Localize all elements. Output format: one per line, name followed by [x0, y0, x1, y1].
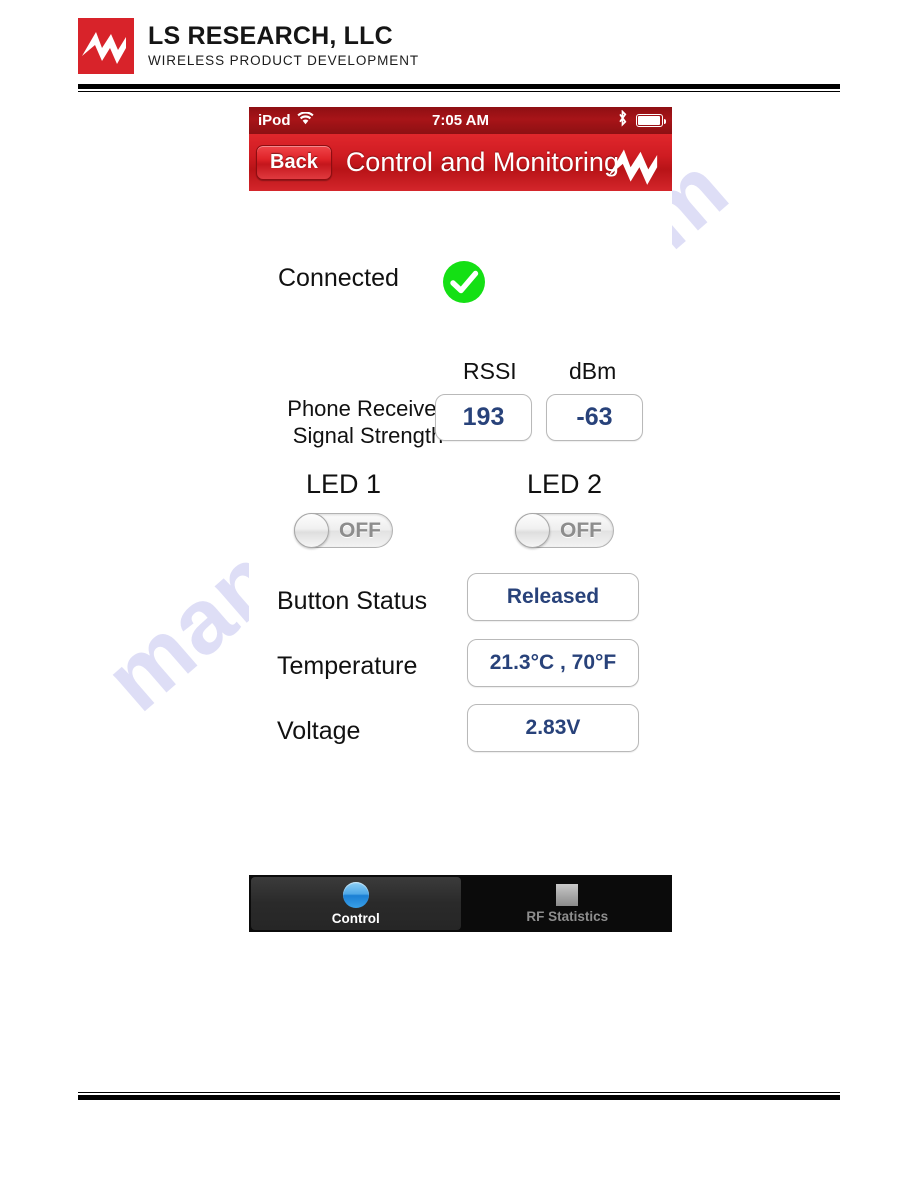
temperature-value: 21.3°C , 70°F	[467, 639, 639, 687]
compass-circle-icon	[342, 881, 369, 908]
page-title: Control and Monitoring	[345, 147, 619, 177]
ios-nav-bar: Back Control and Monitoring	[249, 134, 672, 191]
logo-wordmark: LS RESEARCH, LLC WIRELESS PRODUCT DEVELO…	[148, 24, 419, 68]
led-2-label: LED 2	[527, 469, 603, 499]
led-2-toggle-state: OFF	[560, 518, 602, 542]
rssi-value-field: 193	[435, 394, 532, 441]
connection-status-label: Connected	[278, 263, 399, 292]
voltage-value: 2.83V	[467, 704, 639, 752]
back-button[interactable]: Back	[256, 145, 332, 180]
phone-content-area: Connected RSSI dBm Phone Received Signal…	[249, 191, 672, 932]
letterhead: LS RESEARCH, LLC WIRELESS PRODUCT DEVELO…	[78, 18, 419, 74]
carrier-label: iPod	[258, 112, 291, 129]
company-name: LS RESEARCH, LLC	[148, 22, 393, 51]
header-divider-rule	[78, 84, 840, 92]
tab-bar: Control RF Statistics	[249, 875, 672, 932]
button-status-label: Button Status	[277, 587, 428, 615]
tab-control[interactable]: Control	[251, 877, 461, 930]
toggle-knob[interactable]	[515, 513, 550, 548]
dbm-value-field: -63	[546, 394, 643, 441]
green-check-circle-icon	[441, 259, 487, 310]
footer-divider-rule	[78, 1092, 840, 1100]
ios-status-bar: iPod 7:05 AM	[249, 107, 672, 134]
company-tagline: WIRELESS PRODUCT DEVELOPMENT	[148, 53, 419, 69]
status-indicators-group	[617, 109, 666, 131]
ls-research-zigzag-mark-icon	[78, 18, 134, 74]
tab-rf-statistics-label: RF Statistics	[526, 908, 609, 924]
button-status-value: Released	[467, 573, 639, 621]
tab-control-label: Control	[331, 910, 380, 926]
status-carrier-group: iPod	[258, 111, 314, 129]
battery-icon	[636, 114, 666, 127]
phone-screenshot: iPod 7:05 AM Back Control and Monitoring	[249, 107, 672, 932]
led-1-label: LED 1	[306, 469, 382, 499]
wifi-icon	[296, 111, 314, 129]
bluetooth-icon	[617, 109, 628, 131]
led-1-toggle[interactable]: OFF	[294, 513, 393, 548]
rssi-column-header: RSSI	[463, 358, 517, 384]
voltage-label: Voltage	[277, 717, 361, 745]
square-chart-icon	[556, 883, 579, 906]
led-1-toggle-state: OFF	[339, 518, 381, 542]
temperature-label: Temperature	[277, 652, 418, 680]
dbm-column-header: dBm	[569, 358, 617, 384]
toggle-knob[interactable]	[294, 513, 329, 548]
led-2-toggle[interactable]: OFF	[515, 513, 614, 548]
ls-research-zigzag-mark-icon	[604, 134, 666, 196]
rssi-column-headers: RSSI dBm	[249, 358, 672, 388]
tab-rf-statistics[interactable]: RF Statistics	[463, 875, 673, 932]
